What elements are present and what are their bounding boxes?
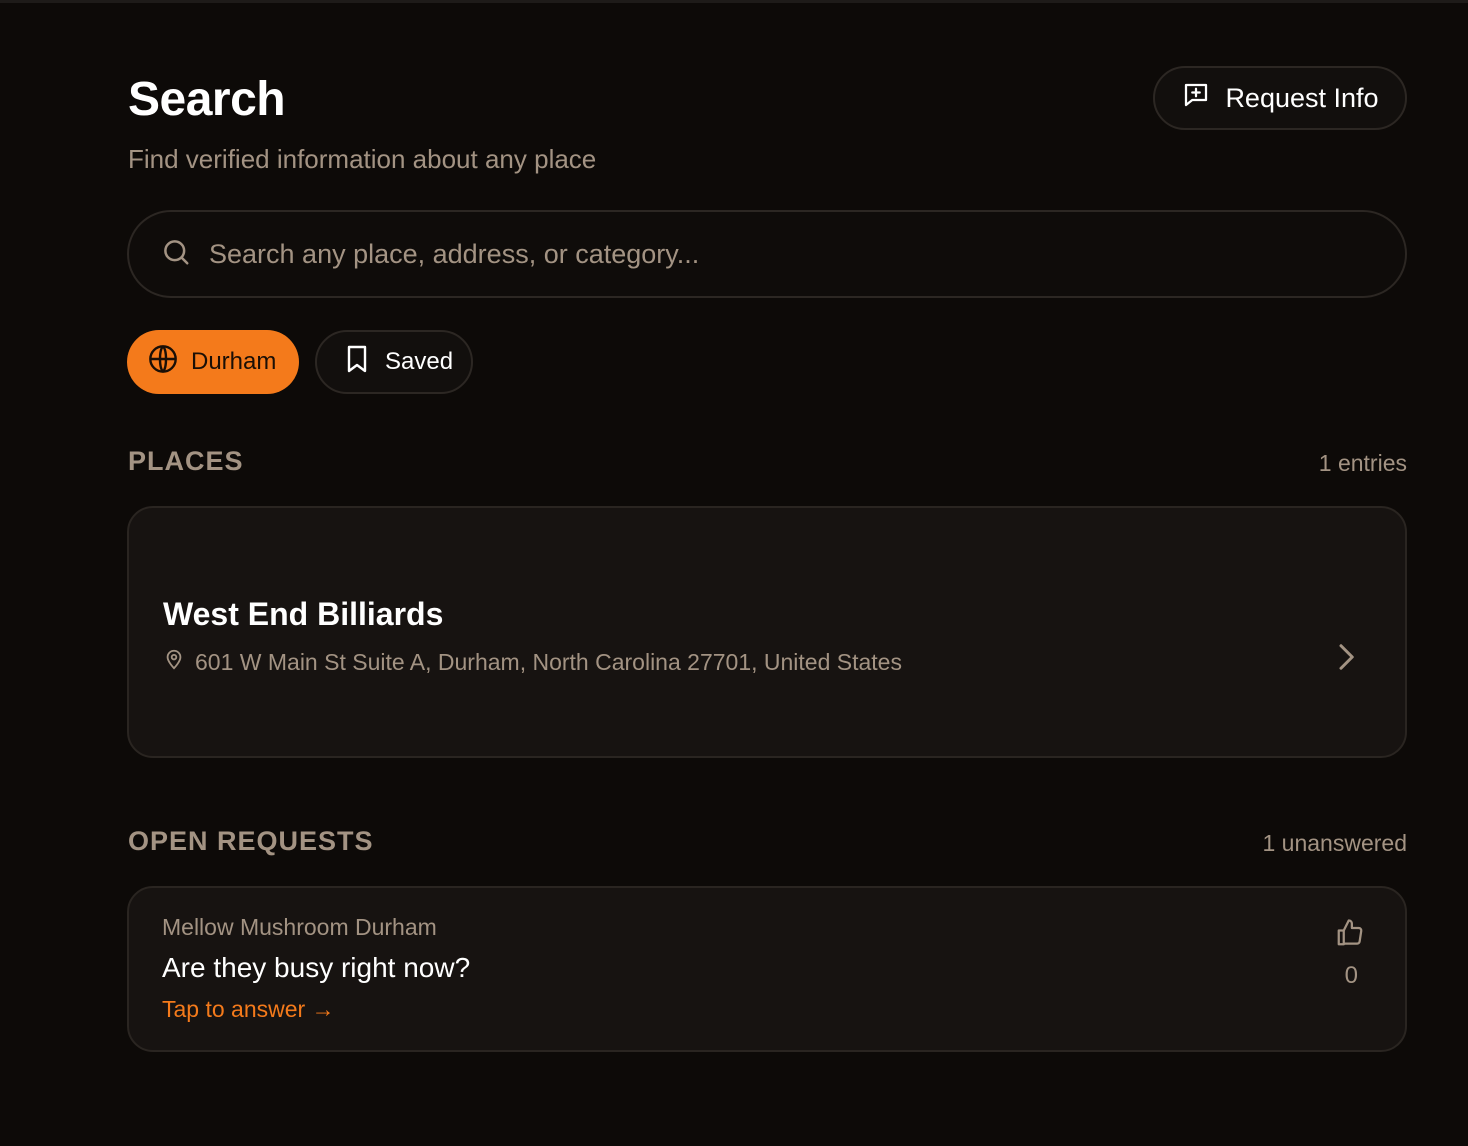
location-filter-label: Durham bbox=[191, 348, 277, 375]
page-title: Search bbox=[128, 73, 286, 126]
message-plus-icon bbox=[1181, 80, 1211, 117]
place-address-text: 601 W Main St Suite A, Durham, North Car… bbox=[195, 648, 902, 675]
request-info-button[interactable]: Request Info bbox=[1153, 66, 1407, 130]
search-icon bbox=[161, 237, 209, 272]
request-card-mellow-mushroom[interactable]: Mellow Mushroom Durham Are they busy rig… bbox=[127, 886, 1407, 1052]
location-filter-durham[interactable]: Durham bbox=[127, 330, 299, 394]
request-info-label: Request Info bbox=[1225, 82, 1379, 113]
bookmark-icon bbox=[341, 343, 373, 382]
map-pin-icon bbox=[163, 648, 185, 676]
saved-filter[interactable]: Saved bbox=[315, 330, 473, 394]
place-name: West End Billiards bbox=[163, 596, 444, 632]
open-requests-count: 1 unanswered bbox=[1262, 830, 1408, 856]
place-card-west-end-billiards[interactable]: West End Billiards 601 W Main St Suite A… bbox=[127, 506, 1407, 758]
search-bar[interactable] bbox=[127, 210, 1407, 298]
open-requests-section-title: OPEN REQUESTS bbox=[128, 826, 374, 856]
place-address: 601 W Main St Suite A, Durham, North Car… bbox=[163, 648, 902, 676]
request-question: Are they busy right now? bbox=[162, 952, 471, 983]
search-input[interactable] bbox=[209, 238, 1405, 270]
page-subtitle: Find verified information about any plac… bbox=[128, 144, 597, 174]
vote-count: 0 bbox=[1344, 962, 1358, 989]
request-place-name: Mellow Mushroom Durham bbox=[162, 914, 437, 940]
tap-to-answer-link[interactable]: Tap to answer → bbox=[162, 996, 335, 1023]
places-count: 1 entries bbox=[1318, 450, 1407, 476]
places-section-title: PLACES bbox=[128, 446, 244, 476]
top-divider bbox=[0, 0, 1468, 3]
globe-icon bbox=[147, 343, 179, 382]
saved-filter-label: Saved bbox=[385, 348, 454, 375]
